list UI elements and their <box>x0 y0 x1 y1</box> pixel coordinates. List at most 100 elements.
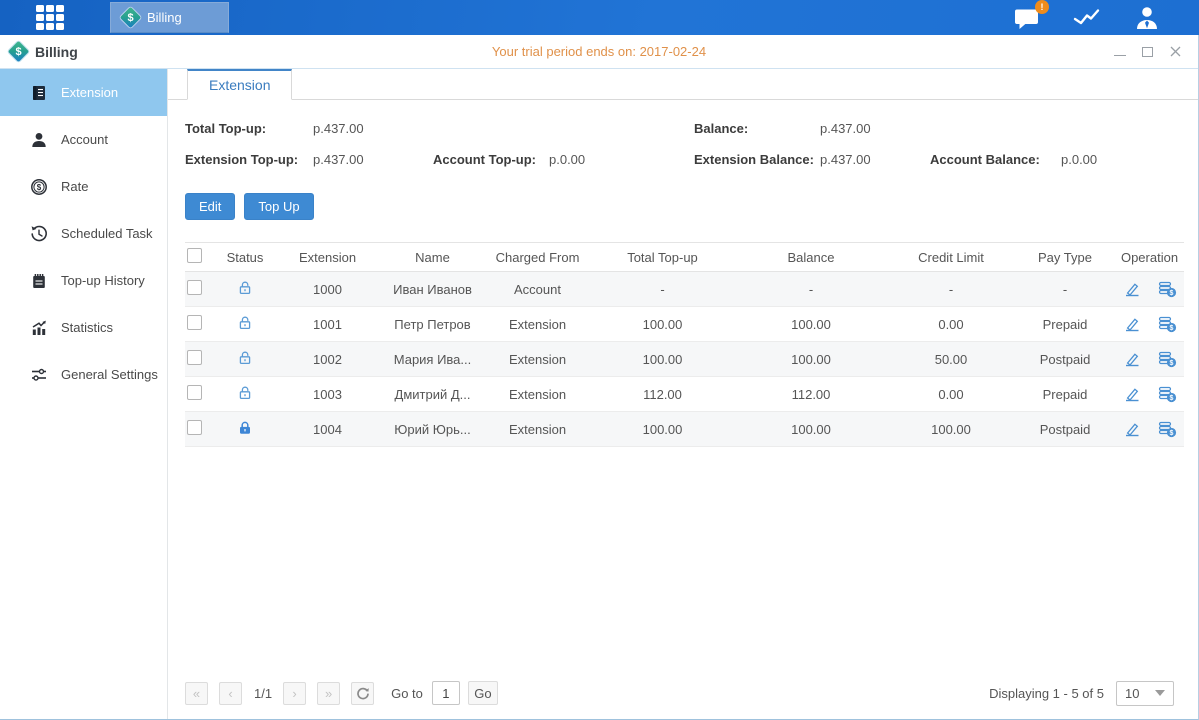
svg-text:$: $ <box>1169 325 1173 332</box>
displaying-text: Displaying 1 - 5 of 5 <box>989 686 1104 701</box>
edit-row-icon[interactable] <box>1123 385 1141 403</box>
sidebar-label-scheduled-task: Scheduled Task <box>61 226 153 241</box>
col-charged-from: Charged From <box>485 250 590 265</box>
trial-notice: Your trial period ends on: 2017-02-24 <box>0 44 1198 59</box>
sidebar-item-rate[interactable]: $ Rate <box>0 163 167 210</box>
col-operation: Operation <box>1115 250 1184 265</box>
next-page-button[interactable]: › <box>283 682 306 705</box>
cell-total-topup: 100.00 <box>590 317 735 332</box>
cell-balance: - <box>735 282 887 297</box>
svg-text:$: $ <box>1169 430 1173 437</box>
user-account-icon[interactable] <box>1133 5 1161 31</box>
prev-page-button[interactable]: ‹ <box>219 682 242 705</box>
cell-charged-from: Extension <box>485 422 590 437</box>
maximize-icon[interactable] <box>1141 45 1154 58</box>
lock-open-icon <box>237 315 253 331</box>
cell-pay-type: - <box>1015 282 1115 297</box>
row-checkbox[interactable] <box>187 315 202 330</box>
edit-row-icon[interactable] <box>1123 420 1141 438</box>
notification-badge: ! <box>1035 0 1049 14</box>
sidebar-label-account: Account <box>61 132 108 147</box>
extension-balance-label: Extension Balance: <box>694 152 820 167</box>
close-icon[interactable] <box>1169 45 1182 58</box>
account-balance-label: Account Balance: <box>930 152 1061 167</box>
cell-balance: 100.00 <box>735 317 887 332</box>
topup-history-notepad-icon <box>30 272 48 290</box>
edit-row-icon[interactable] <box>1123 315 1141 333</box>
taskbar-billing-tab[interactable]: $ Billing <box>110 2 229 33</box>
cell-name: Мария Ива... <box>380 352 485 367</box>
edit-button[interactable]: Edit <box>185 193 235 220</box>
top-up-button[interactable]: Top Up <box>244 193 313 220</box>
action-buttons: Edit Top Up <box>185 193 1198 220</box>
refresh-button[interactable] <box>351 682 374 705</box>
goto-page-input[interactable] <box>432 681 460 705</box>
statistics-chart-icon <box>30 319 48 337</box>
cell-charged-from: Extension <box>485 387 590 402</box>
sidebar-item-topup-history[interactable]: Top-up History <box>0 257 167 304</box>
balance-value: p.437.00 <box>820 121 930 136</box>
cell-balance: 100.00 <box>735 352 887 367</box>
account-balance-value: p.0.00 <box>1061 152 1184 167</box>
table-row: 1000 Иван Иванов Account - - - - $ <box>185 272 1184 307</box>
main-content: Extension Total Top-up: p.437.00 Balance… <box>168 69 1198 719</box>
edit-row-icon[interactable] <box>1123 280 1141 298</box>
sidebar-item-statistics[interactable]: Statistics <box>0 304 167 351</box>
minimize-icon[interactable] <box>1113 45 1126 58</box>
tab-extension[interactable]: Extension <box>187 69 292 100</box>
app-grid-icon[interactable] <box>36 5 70 31</box>
row-checkbox[interactable] <box>187 350 202 365</box>
row-checkbox[interactable] <box>187 280 202 295</box>
total-topup-label: Total Top-up: <box>185 121 313 136</box>
cell-total-topup: 112.00 <box>590 387 735 402</box>
reports-chart-icon[interactable] <box>1073 6 1101 30</box>
select-all-checkbox[interactable] <box>187 248 202 263</box>
cell-charged-from: Account <box>485 282 590 297</box>
sidebar-item-extension[interactable]: Extension <box>0 69 167 116</box>
general-settings-sliders-icon <box>30 366 48 384</box>
pagination-bar: « ‹ 1/1 › » Go to Go Displaying 1 - 5 of… <box>168 673 1198 719</box>
extension-ledger-icon <box>30 84 48 102</box>
window-titlebar: $ Billing Your trial period ends on: 201… <box>0 35 1198 69</box>
cell-extension: 1004 <box>275 422 380 437</box>
cell-pay-type: Postpaid <box>1015 422 1115 437</box>
svg-text:$: $ <box>1169 360 1173 367</box>
table-row: 1004 Юрий Юрь... Extension 100.00 100.00… <box>185 412 1184 447</box>
row-checkbox[interactable] <box>187 385 202 400</box>
lock-open-icon <box>237 385 253 401</box>
top-up-row-icon[interactable]: $ <box>1157 315 1177 333</box>
sidebar-item-general-settings[interactable]: General Settings <box>0 351 167 398</box>
top-up-row-icon[interactable]: $ <box>1157 350 1177 368</box>
balance-label: Balance: <box>694 121 820 136</box>
cell-extension: 1003 <box>275 387 380 402</box>
cell-total-topup: - <box>590 282 735 297</box>
balance-summary: Total Top-up: p.437.00 Balance: p.437.00… <box>185 113 1184 175</box>
row-checkbox[interactable] <box>187 420 202 435</box>
cell-pay-type: Postpaid <box>1015 352 1115 367</box>
billing-app-icon: $ <box>120 7 141 28</box>
top-up-row-icon[interactable]: $ <box>1157 280 1177 298</box>
col-balance: Balance <box>735 250 887 265</box>
scheduled-task-clock-icon <box>30 225 48 243</box>
table-row: 1002 Мария Ива... Extension 100.00 100.0… <box>185 342 1184 377</box>
col-extension: Extension <box>275 250 380 265</box>
page-size-dropdown[interactable]: 10 <box>1116 681 1174 706</box>
top-up-row-icon[interactable]: $ <box>1157 385 1177 403</box>
first-page-button[interactable]: « <box>185 682 208 705</box>
edit-row-icon[interactable] <box>1123 350 1141 368</box>
page-indicator: 1/1 <box>254 686 272 701</box>
cell-credit-limit: 50.00 <box>887 352 1015 367</box>
cell-credit-limit: 100.00 <box>887 422 1015 437</box>
table-row: 1001 Петр Петров Extension 100.00 100.00… <box>185 307 1184 342</box>
extension-topup-value: p.437.00 <box>313 152 433 167</box>
messages-icon[interactable]: ! <box>1013 6 1041 30</box>
top-up-row-icon[interactable]: $ <box>1157 420 1177 438</box>
sidebar-item-account[interactable]: Account <box>0 116 167 163</box>
sidebar-label-general-settings: General Settings <box>61 367 158 382</box>
go-button[interactable]: Go <box>468 681 498 705</box>
sidebar-item-scheduled-task[interactable]: Scheduled Task <box>0 210 167 257</box>
col-status: Status <box>215 250 275 265</box>
taskbar-right-icons: ! <box>1013 5 1161 31</box>
last-page-button[interactable]: » <box>317 682 340 705</box>
cell-extension: 1001 <box>275 317 380 332</box>
